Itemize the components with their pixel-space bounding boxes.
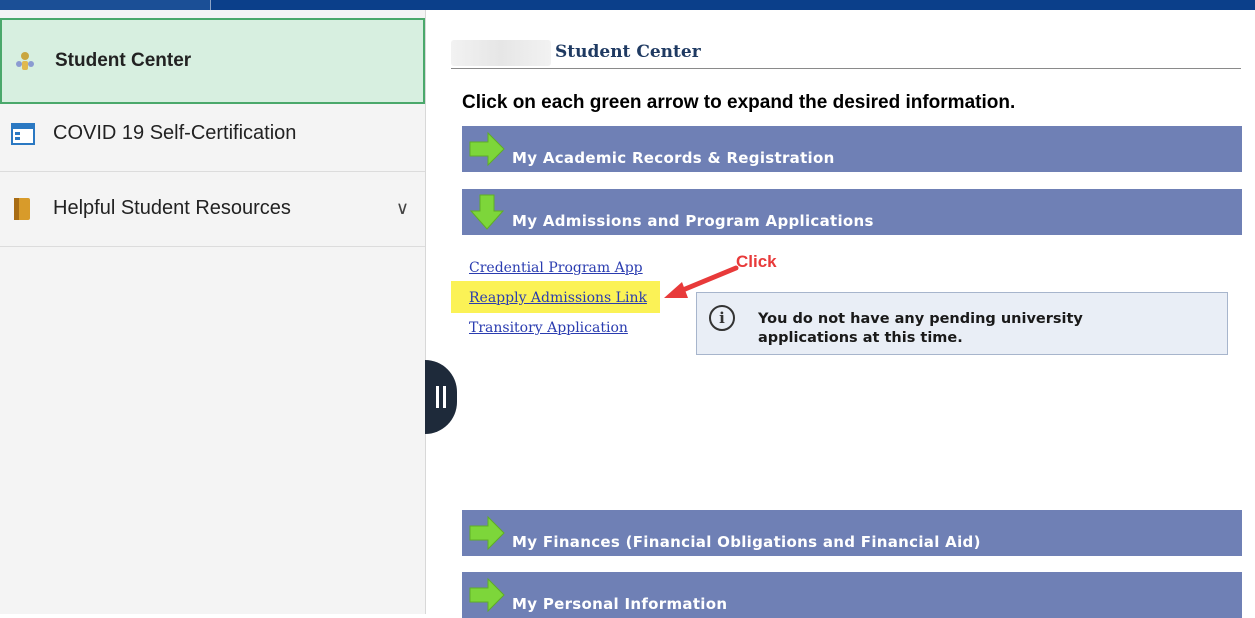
green-arrow-right-icon[interactable]	[468, 576, 506, 614]
section-academic-records[interactable]: My Academic Records & Registration	[462, 126, 1242, 172]
green-arrow-down-icon[interactable]	[468, 193, 506, 231]
instruction-text: Click on each green arrow to expand the …	[462, 92, 1016, 113]
page-title-bar: Student Center	[451, 40, 1241, 69]
sidebar-item-label: Student Center	[55, 50, 192, 71]
top-banner	[0, 0, 1255, 10]
sidebar-item-helpful-resources[interactable]: Helpful Student Resources ∨	[0, 171, 425, 247]
redacted-title-prefix	[451, 40, 551, 66]
section-label: My Admissions and Program Applications	[512, 212, 874, 230]
section-finances[interactable]: My Finances (Financial Obligations and F…	[462, 510, 1242, 556]
info-message-box: i You do not have any pending university…	[696, 292, 1228, 355]
sidebar-item-student-center[interactable]: Student Center	[0, 18, 425, 104]
credential-program-app-link[interactable]: Credential Program App	[469, 260, 643, 276]
section-label: My Academic Records & Registration	[512, 149, 835, 167]
page-title: Student Center	[555, 42, 701, 62]
sidebar-item-label: Helpful Student Resources	[53, 197, 291, 219]
section-label: My Finances (Financial Obligations and F…	[512, 533, 981, 551]
sidebar-item-label: COVID 19 Self-Certification	[53, 122, 297, 144]
section-admissions[interactable]: My Admissions and Program Applications	[462, 189, 1242, 235]
info-message-text: You do not have any pending university a…	[758, 311, 1083, 346]
green-arrow-right-icon[interactable]	[468, 514, 506, 552]
sidebar-item-covid-certification[interactable]: COVID 19 Self-Certification	[0, 96, 425, 172]
section-label: My Personal Information	[512, 595, 728, 613]
book-icon	[10, 196, 36, 222]
info-icon: i	[709, 305, 735, 331]
chevron-down-icon[interactable]: ∨	[396, 198, 409, 219]
form-window-icon	[10, 121, 36, 147]
section-personal-information[interactable]: My Personal Information	[462, 572, 1242, 618]
green-arrow-right-icon[interactable]	[468, 130, 506, 168]
sidebar-collapse-handle[interactable]	[425, 360, 457, 434]
click-annotation: Click	[736, 252, 777, 271]
student-center-icon	[12, 48, 38, 74]
sidebar: Student Center COVID 19 Self-Certificati…	[0, 10, 426, 614]
top-tab	[0, 0, 211, 10]
reapply-admissions-link[interactable]: Reapply Admissions Link	[469, 290, 647, 306]
transitory-application-link[interactable]: Transitory Application	[469, 320, 628, 336]
